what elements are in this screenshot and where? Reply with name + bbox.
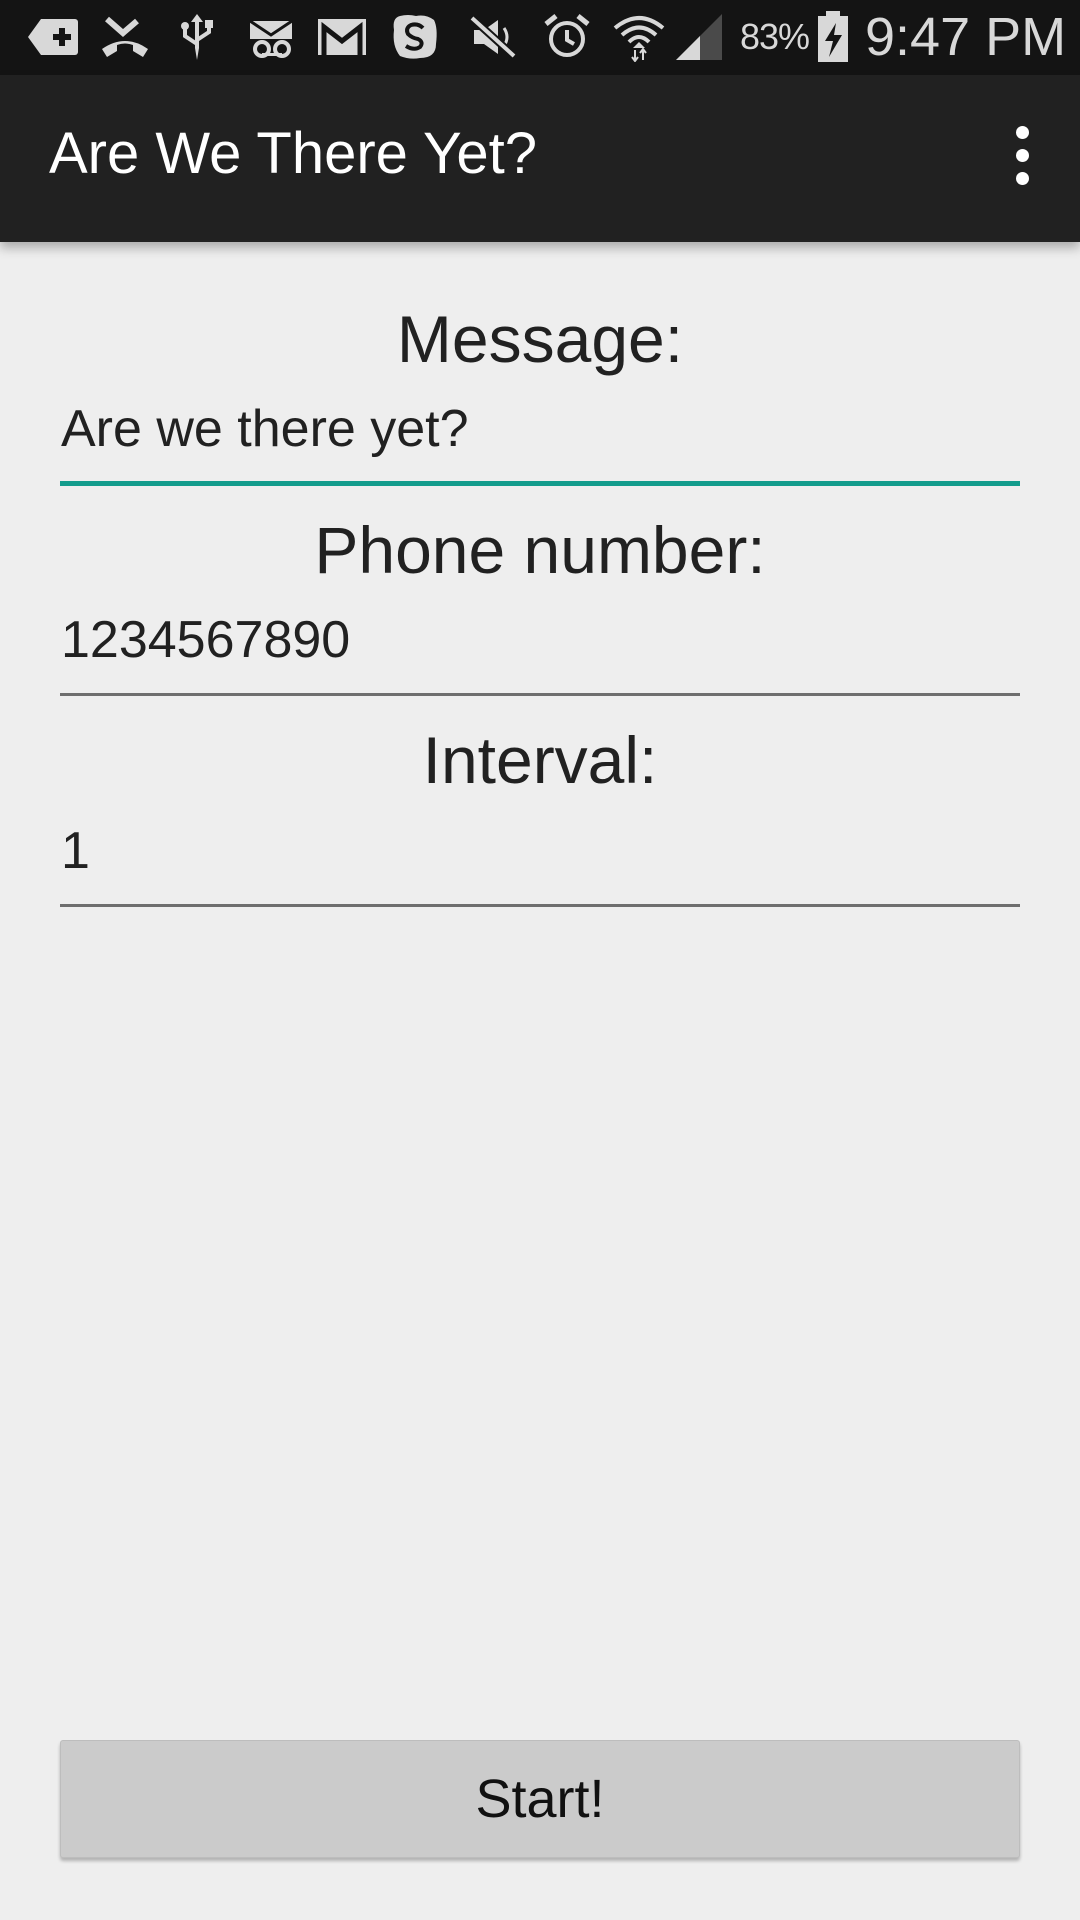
usb-icon — [170, 12, 224, 62]
interval-input[interactable] — [60, 797, 1020, 907]
gmail-icon — [315, 12, 369, 62]
message-input[interactable] — [60, 376, 1020, 486]
menu-dot — [1015, 125, 1029, 139]
app-title: Are We There Yet? — [49, 121, 537, 186]
signal-icon — [672, 12, 726, 62]
menu-dot — [1015, 148, 1029, 162]
add-box-icon — [26, 12, 80, 62]
status-bar: 83% 9:47 PM — [0, 0, 1080, 75]
phone-number-label: Phone number: — [314, 513, 766, 587]
menu-dot — [1015, 171, 1029, 185]
wifi-icon — [612, 12, 666, 62]
more-vert-icon[interactable] — [992, 115, 1052, 195]
action-bar: Are We There Yet? — [0, 75, 1080, 242]
start-button[interactable]: Start! — [60, 1740, 1020, 1858]
battery-percent: 83% — [740, 16, 810, 57]
interval-label: Interval: — [422, 723, 658, 797]
voicemail-icon — [244, 12, 298, 62]
mute-icon — [466, 12, 520, 62]
missed-call-icon — [98, 12, 152, 62]
battery-charging-icon — [806, 11, 860, 62]
alarm-icon — [540, 12, 594, 62]
phone-number-input[interactable] — [60, 586, 1020, 696]
skype-icon — [388, 12, 442, 62]
clock-time: 9:47 PM — [865, 7, 1067, 67]
message-label: Message: — [396, 302, 684, 376]
